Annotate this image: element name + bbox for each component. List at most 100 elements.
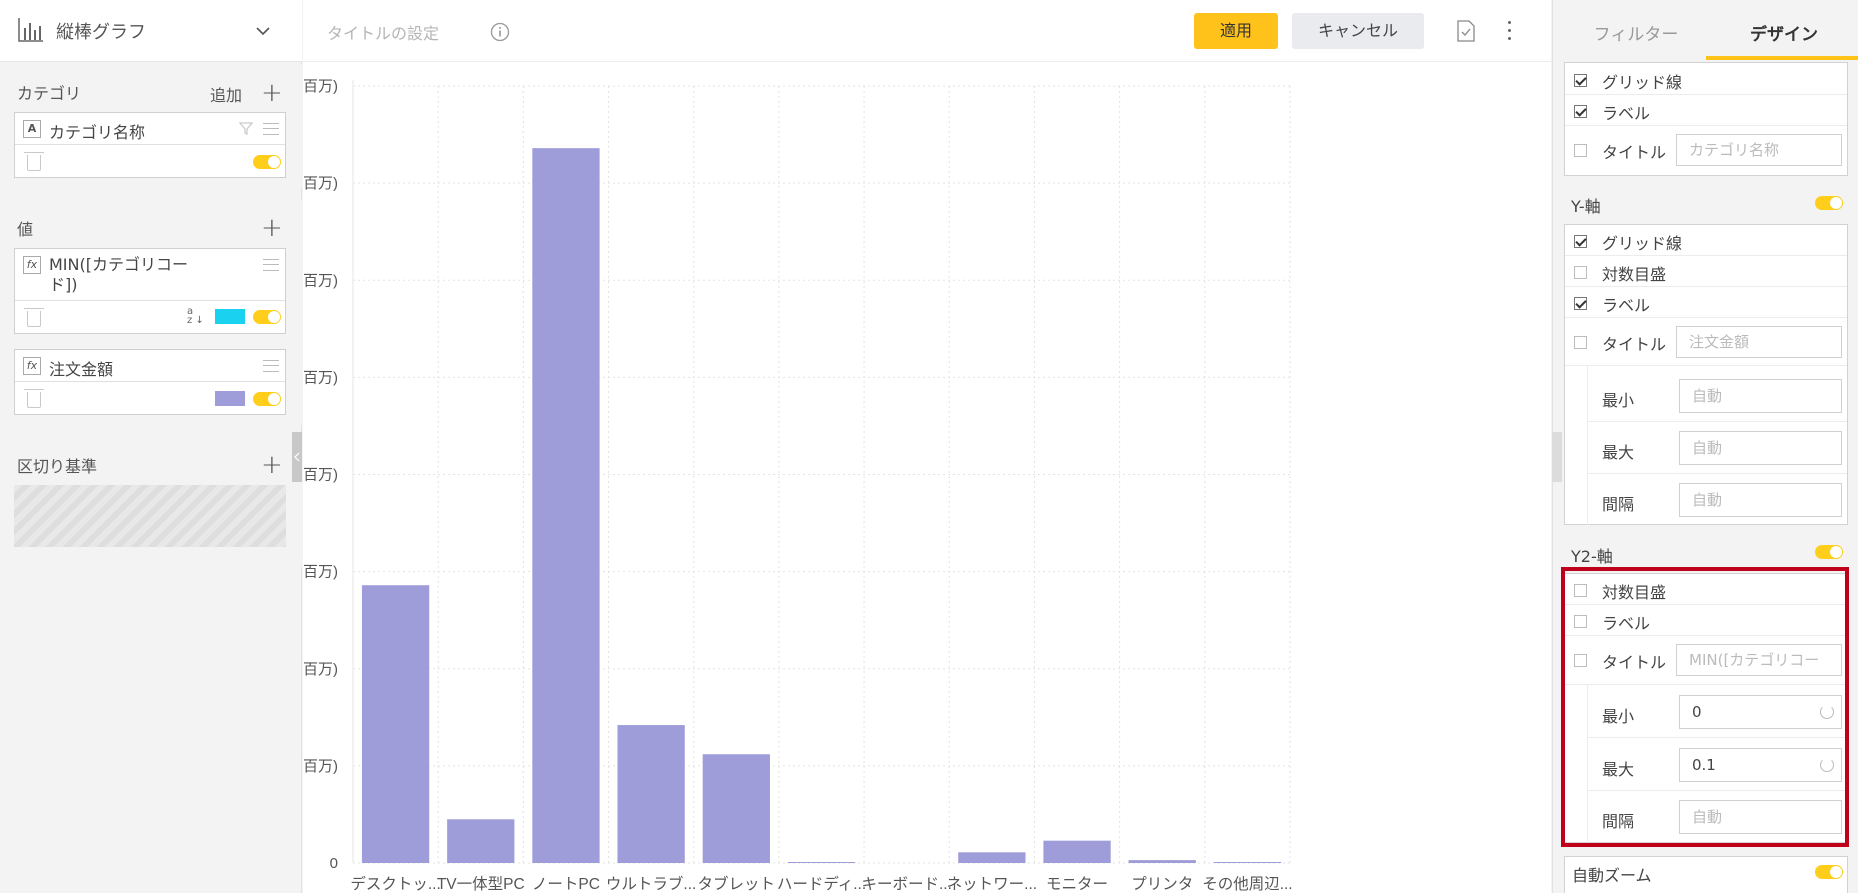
- x-label-label: ラベル: [1602, 104, 1651, 123]
- auto-zoom-label: 自動ズーム: [1572, 866, 1652, 885]
- y-axis-toggle[interactable]: [1815, 196, 1843, 210]
- value-field-1[interactable]: fx MIN([カテゴリコード]) az ↓: [14, 248, 286, 334]
- y-tick-label: 800(百万): [303, 78, 338, 95]
- y-label-label: ラベル: [1602, 296, 1651, 315]
- drag-handle-icon[interactable]: [263, 360, 279, 372]
- active-tab-indicator: [1706, 56, 1858, 60]
- y-axis-heading: Y-軸: [1571, 197, 1601, 216]
- values-section: 値 + fx MIN([カテゴリコード]) az ↓ fx 注文金額: [0, 200, 302, 425]
- trash-icon[interactable]: [24, 389, 44, 408]
- filter-icon[interactable]: [239, 122, 253, 135]
- y-tick-label: 100(百万): [303, 758, 338, 775]
- highlight-box: [1561, 567, 1849, 847]
- y-max-input[interactable]: 自動: [1679, 431, 1842, 465]
- y-tick-label: 500(百万): [303, 369, 338, 386]
- bar-chart: 0 100(百万) 200(百万) 300(百万) 400(百万) 500(百万) 600(…: [303, 78, 1293, 893]
- x-tick-label: タブレット: [698, 874, 776, 893]
- value-field-1-toggle[interactable]: [253, 310, 281, 324]
- bar[interactable]: [617, 725, 685, 863]
- y-interval-label: 間隔: [1602, 495, 1635, 514]
- y-grid-label: グリッド線: [1602, 234, 1683, 253]
- tab-filter[interactable]: フィルター: [1562, 20, 1710, 45]
- y-interval-input[interactable]: 自動: [1679, 483, 1842, 517]
- x-tick-label: ネットワー...: [947, 875, 1037, 893]
- y-grid-checkbox[interactable]: [1574, 235, 1587, 248]
- category-add-link[interactable]: 追加: [210, 82, 242, 106]
- bar[interactable]: [958, 852, 1026, 863]
- x-tick-label: ハードディ...: [777, 874, 866, 893]
- series-color-swatch[interactable]: [215, 309, 245, 324]
- formula-icon: fx: [23, 256, 41, 274]
- x-tick-label: ノートPC: [532, 876, 600, 893]
- bar[interactable]: [1128, 860, 1196, 863]
- y-title-input[interactable]: 注文金額: [1676, 326, 1842, 358]
- x-grid-label: グリッド線: [1602, 73, 1683, 92]
- values-add-icon[interactable]: +: [261, 215, 283, 241]
- y-title-checkbox[interactable]: [1574, 336, 1587, 349]
- bar[interactable]: [447, 819, 515, 863]
- x-tick-label: キーボード...: [861, 875, 951, 893]
- auto-zoom-row: 自動ズーム: [1564, 856, 1848, 893]
- sort-az-icon[interactable]: az ↓: [187, 307, 209, 326]
- auto-zoom-toggle[interactable]: [1815, 865, 1843, 879]
- apply-button[interactable]: 適用: [1194, 13, 1278, 49]
- save-icon[interactable]: [1456, 20, 1476, 42]
- drag-handle-icon[interactable]: [263, 259, 279, 271]
- category-title: カテゴリ: [17, 84, 82, 103]
- x-title-checkbox[interactable]: [1574, 144, 1587, 157]
- right-tabs: フィルター デザイン: [1562, 0, 1858, 62]
- tab-design[interactable]: デザイン: [1710, 20, 1858, 45]
- bar[interactable]: [1213, 862, 1282, 863]
- x-tick-label: ウルトラブ...: [606, 874, 696, 893]
- right-panel-collapse-handle[interactable]: [1552, 432, 1562, 482]
- split-drop-zone[interactable]: [14, 485, 286, 547]
- y-min-input[interactable]: 自動: [1679, 379, 1842, 413]
- bar[interactable]: [361, 585, 430, 863]
- formula-icon: fx: [23, 357, 41, 375]
- x-axis-settings: グリッド線 ラベル タイトル カテゴリ名称: [1564, 62, 1848, 176]
- bar[interactable]: [787, 862, 856, 863]
- chart-toolbar: タイトルの設定 適用 キャンセル: [303, 0, 1551, 62]
- x-tick-label: TV一体型PC: [437, 875, 525, 893]
- bar[interactable]: [532, 148, 600, 863]
- category-visibility-toggle[interactable]: [253, 155, 281, 169]
- y-label-checkbox[interactable]: [1574, 297, 1587, 310]
- x-title-label: タイトル: [1602, 143, 1667, 162]
- chevron-down-icon: [256, 27, 270, 36]
- x-grid-checkbox[interactable]: [1574, 74, 1587, 87]
- split-add-icon[interactable]: +: [261, 452, 283, 478]
- y-log-checkbox[interactable]: [1574, 266, 1587, 279]
- trash-icon[interactable]: [24, 308, 44, 327]
- drag-handle-icon[interactable]: [263, 123, 279, 135]
- more-options-icon[interactable]: [1508, 21, 1512, 41]
- bar[interactable]: [702, 754, 770, 863]
- category-section: カテゴリ 追加 + A カテゴリ名称: [0, 64, 302, 188]
- chart-type-label: 縦棒グラフ: [56, 22, 146, 43]
- chart-type-selector[interactable]: 縦棒グラフ: [0, 0, 302, 62]
- bar[interactable]: [1043, 840, 1111, 863]
- cancel-button[interactable]: キャンセル: [1292, 13, 1424, 49]
- y-log-label: 対数目盛: [1602, 265, 1667, 284]
- x-title-input[interactable]: カテゴリ名称: [1676, 134, 1842, 166]
- series-color-swatch[interactable]: [215, 391, 245, 406]
- split-title: 区切り基準: [17, 457, 98, 476]
- left-panel-collapse-handle[interactable]: [292, 432, 302, 482]
- category-field[interactable]: A カテゴリ名称: [14, 112, 286, 178]
- info-icon[interactable]: [490, 22, 510, 42]
- x-tick-label: プリンタ: [1131, 875, 1193, 893]
- value-field-1-name: MIN([カテゴリコード]): [49, 255, 188, 294]
- x-label-checkbox[interactable]: [1574, 105, 1587, 118]
- trash-icon[interactable]: [24, 152, 44, 171]
- y-min-label: 最小: [1602, 391, 1635, 410]
- y2-axis-toggle[interactable]: [1815, 545, 1843, 559]
- x-tick-label: その他周辺...: [1202, 875, 1292, 893]
- value-field-2[interactable]: fx 注文金額: [14, 349, 286, 415]
- y2-axis-heading: Y2-軸: [1571, 547, 1613, 566]
- x-tick-label: モニター: [1046, 875, 1108, 893]
- text-type-icon: A: [23, 120, 41, 138]
- y-axis-settings: グリッド線 対数目盛 ラベル タイトル 注文金額 最小 自動 最大 自動 間隔 …: [1564, 224, 1848, 525]
- category-add-icon[interactable]: +: [261, 80, 283, 106]
- values-title: 値: [17, 220, 34, 239]
- value-field-2-toggle[interactable]: [253, 392, 281, 406]
- title-input[interactable]: タイトルの設定: [327, 20, 439, 44]
